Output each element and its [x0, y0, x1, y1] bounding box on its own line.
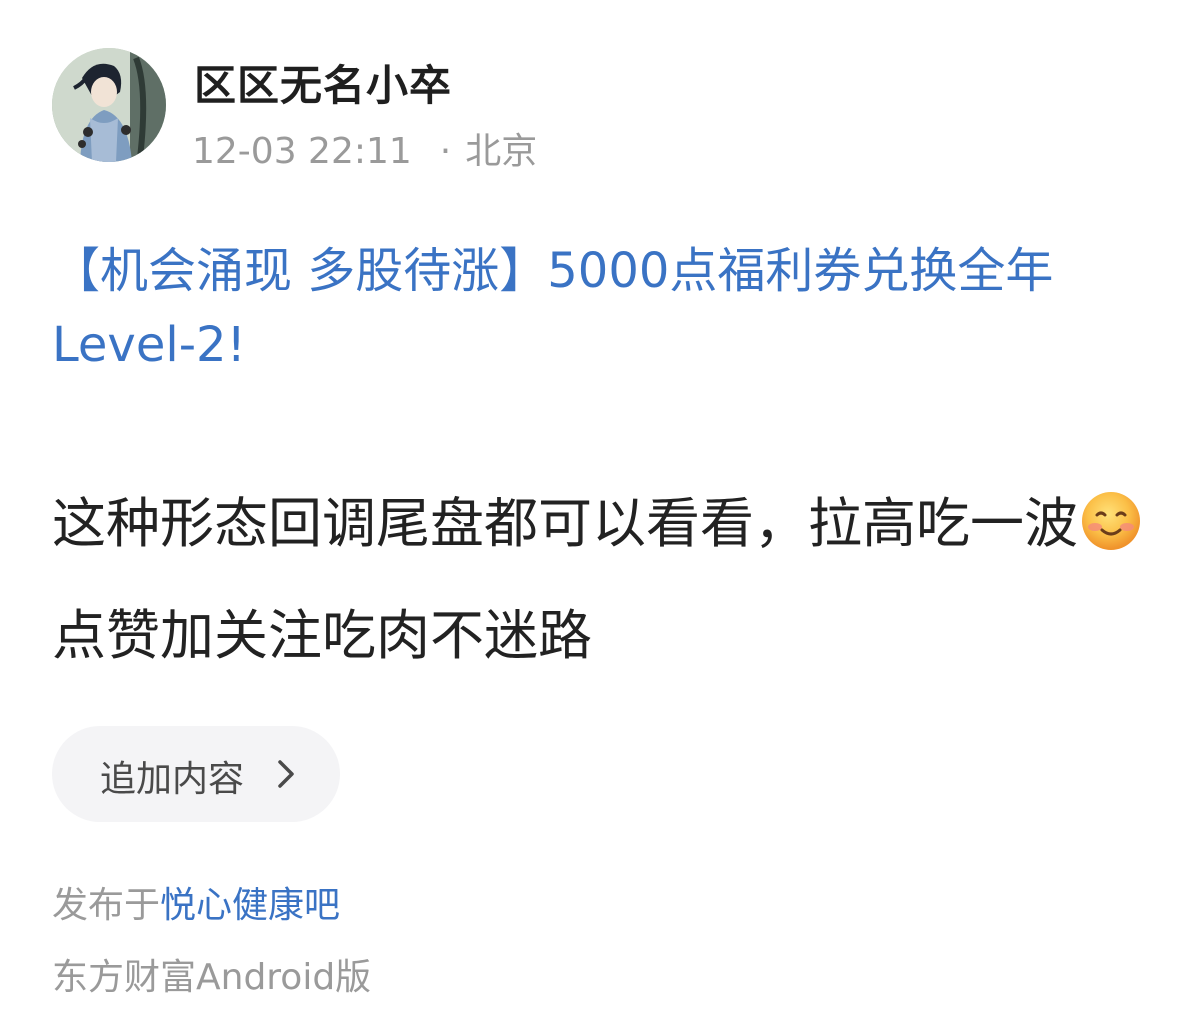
post-detail: 区区无名小卒 12-03 22:11 · 北京 【机会涌现 多股待涨】5000点福利… [0, 0, 1200, 1024]
avatar[interactable] [52, 48, 166, 162]
avatar-illustration [52, 48, 166, 162]
smile-icon [1082, 492, 1140, 550]
post-body-text-continued: 点赞加关注吃肉不迷路 [52, 604, 592, 667]
chevron-right-icon [278, 760, 294, 788]
author-name[interactable]: 区区无名小卒 [194, 52, 452, 113]
append-content-button[interactable]: 追加内容 [52, 726, 340, 822]
published-in: 发布于悦心健康吧 [52, 876, 340, 928]
post-body: 这种形态回调尾盘都可以看看，拉高吃一波 点赞加关注吃肉不迷路 [52, 468, 1162, 692]
post-time: 12-03 22:11 [192, 131, 412, 172]
client-source: 东方财富Android版 [52, 957, 372, 998]
append-content-label: 追加内容 [100, 759, 245, 800]
post-location: 北京 [465, 131, 538, 172]
meta-separator: · [439, 131, 452, 172]
post-title-link[interactable]: 【机会涌现 多股待涨】5000点福利券兑换全年Level-2! [52, 234, 1152, 382]
bar-link[interactable]: 悦心健康吧 [160, 885, 340, 926]
post-body-text: 这种形态回调尾盘都可以看看，拉高吃一波 [52, 492, 1078, 555]
post-meta: 12-03 22:11 · 北京 [192, 122, 537, 174]
author-header: 区区无名小卒 12-03 22:11 · 北京 [52, 48, 1052, 172]
published-prefix: 发布于 [52, 885, 161, 926]
